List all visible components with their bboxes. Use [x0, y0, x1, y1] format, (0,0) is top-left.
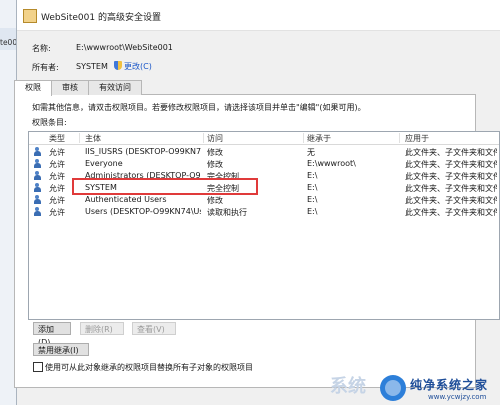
tab-auditing[interactable]: 审核 [51, 80, 89, 95]
title-bar: WebSite001 的高级安全设置 [17, 0, 500, 31]
column-header-principal[interactable]: 主体 [85, 133, 101, 144]
cell-inherited-from: 无 [307, 148, 315, 157]
uac-shield-icon [114, 61, 122, 70]
cell-access: 修改 [207, 148, 223, 157]
user-group-icon [33, 171, 42, 180]
remove-button[interactable]: 删除(R) [80, 322, 124, 335]
entries-label: 权限条目: [32, 118, 67, 127]
list-header: 类型 主体 访问 继承于 应用于 [29, 132, 499, 145]
watermark-ghost-text: 系统 [330, 376, 366, 397]
owner-label: 所有者: [32, 63, 59, 72]
cell-access: 读取和执行 [207, 208, 247, 217]
name-value: E:\wwwroot\WebSite001 [76, 43, 173, 52]
table-row[interactable]: 允许 SYSTEM 完全控制 E:\ 此文件夹、子文件夹和文件 [29, 182, 499, 194]
watermark-brand: 纯净系统之家 [410, 378, 489, 392]
column-header-access[interactable]: 访问 [207, 133, 223, 144]
cell-type: 允许 [49, 160, 65, 169]
user-group-icon [33, 159, 42, 168]
window-title: WebSite001 的高级安全设置 [41, 13, 161, 23]
column-header-type[interactable]: 类型 [49, 133, 65, 144]
user-group-icon [33, 147, 42, 156]
name-label: 名称: [32, 44, 51, 53]
cell-principal: IIS_IUSRS (DESKTOP-O99KN74\IIS_... [85, 147, 201, 156]
table-row[interactable]: 允许 IIS_IUSRS (DESKTOP-O99KN74\IIS_... 修改… [29, 146, 499, 158]
cell-applies-to: 此文件夹、子文件夹和文件 [405, 172, 497, 181]
cell-type: 允许 [49, 172, 65, 181]
cell-principal: Authenticated Users [85, 195, 167, 204]
cell-principal: SYSTEM [85, 183, 117, 192]
column-header-applies-to[interactable]: 应用于 [405, 133, 429, 144]
table-row[interactable]: 允许 Administrators (DESKTOP-O99K... 完全控制 … [29, 170, 499, 182]
instruction-text: 如需其他信息，请双击权限项目。若要修改权限项目，请选择该项目并单击"编辑"(如果… [32, 103, 366, 112]
cell-access: 修改 [207, 196, 223, 205]
tab-effective-access[interactable]: 有效访问 [88, 80, 142, 95]
view-button[interactable]: 查看(V) [132, 322, 176, 335]
replace-child-permissions-label: 使用可从此对象继承的权限项目替换所有子对象的权限项目 [45, 363, 253, 372]
change-owner-link[interactable]: 更改(C) [112, 61, 152, 72]
cell-principal: Administrators (DESKTOP-O99K... [85, 171, 201, 180]
user-group-icon [33, 183, 42, 192]
cell-access: 完全控制 [207, 172, 239, 181]
user-group-icon [33, 207, 42, 216]
owner-value: SYSTEM [76, 62, 108, 71]
cell-applies-to: 此文件夹、子文件夹和文件 [405, 160, 497, 169]
cell-applies-to: 此文件夹、子文件夹和文件 [405, 196, 497, 205]
tab-strip: 权限 审核 有效访问 [14, 80, 142, 96]
cell-access: 完全控制 [207, 184, 239, 193]
cell-type: 允许 [49, 184, 65, 193]
cell-inherited-from: E:\ [307, 171, 318, 180]
table-row[interactable]: 允许 Authenticated Users 修改 E:\ 此文件夹、子文件夹和… [29, 194, 499, 206]
cell-inherited-from: E:\ [307, 207, 318, 216]
add-button[interactable]: 添加(D) [33, 322, 71, 347]
watermark-url: www.ycwjzy.com [428, 393, 487, 401]
table-row[interactable]: 允许 Everyone 修改 E:\wwwroot\ 此文件夹、子文件夹和文件 [29, 158, 499, 170]
change-owner-link-label: 更改(C) [124, 62, 152, 71]
cell-access: 修改 [207, 160, 223, 169]
cell-type: 允许 [49, 208, 65, 217]
tab-permissions[interactable]: 权限 [14, 80, 52, 96]
column-header-inherited-from[interactable]: 继承于 [307, 133, 331, 144]
permission-entries-list[interactable]: 类型 主体 访问 继承于 应用于 允许 IIS_IUSRS (DESKTOP-O… [28, 131, 500, 320]
cell-principal: Everyone [85, 159, 123, 168]
folder-icon [23, 9, 37, 23]
cell-applies-to: 此文件夹、子文件夹和文件 [405, 184, 497, 193]
disable-inheritance-button[interactable]: 禁用继承(I) [33, 343, 89, 356]
watermark-logo-icon [380, 375, 406, 401]
cell-applies-to: 此文件夹、子文件夹和文件 [405, 148, 497, 157]
user-group-icon [33, 195, 42, 204]
table-row[interactable]: 允许 Users (DESKTOP-O99KN74\Users) 读取和执行 E… [29, 206, 499, 218]
cell-type: 允许 [49, 148, 65, 157]
replace-child-permissions-checkbox[interactable] [33, 362, 43, 372]
cell-type: 允许 [49, 196, 65, 205]
cell-inherited-from: E:\wwwroot\ [307, 159, 356, 168]
cell-inherited-from: E:\ [307, 195, 318, 204]
cell-inherited-from: E:\ [307, 183, 318, 192]
cell-principal: Users (DESKTOP-O99KN74\Users) [85, 207, 201, 216]
cell-applies-to: 此文件夹、子文件夹和文件 [405, 208, 497, 217]
